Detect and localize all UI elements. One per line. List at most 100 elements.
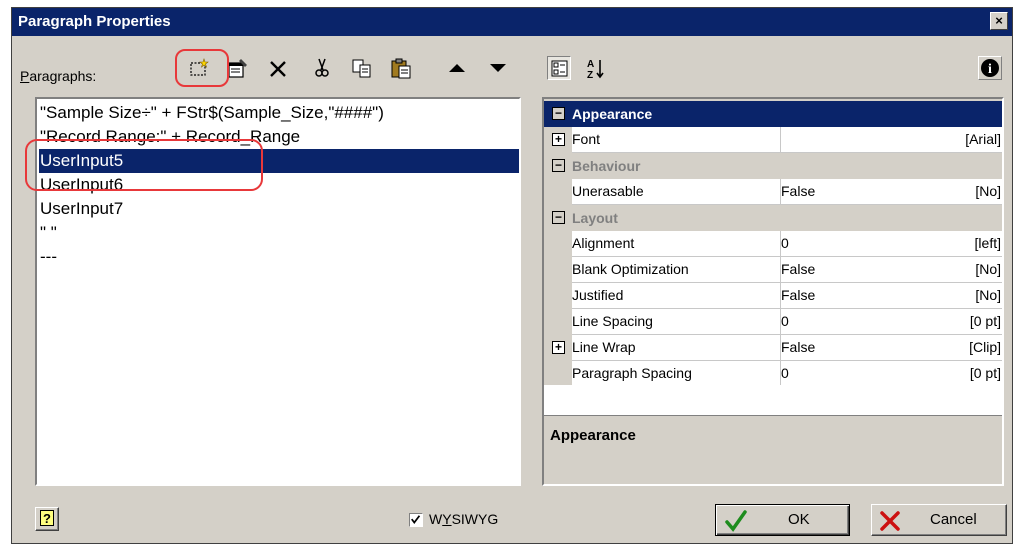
info-icon: i [981,59,999,77]
paragraphs-label: Paragraphs: [20,68,96,84]
title-bar: Paragraph Properties × [12,8,1012,36]
property-name-cell[interactable]: Alignment [572,231,781,257]
properties-icon [228,59,247,78]
property-row[interactable]: + Font [Arial] [544,127,1002,153]
ok-label: OK [788,511,810,528]
property-name-cell[interactable]: Justified [572,283,781,309]
property-value: 0 [781,365,789,381]
paragraph-list-item[interactable]: --- [39,245,519,269]
property-grid[interactable]: − Appearance + Font [Arial] − Behaviour Unerasa… [542,97,1004,486]
property-value-cell[interactable]: False [Clip] [781,335,1002,361]
sort-glyph-top: A [587,59,594,70]
window-title: Paragraph Properties [18,13,171,30]
property-name: Justified [572,287,624,303]
categorized-view-icon [551,60,568,77]
paragraph-list-item[interactable]: UserInput7 [39,197,519,221]
sort-glyph-bottom: Z [587,70,593,80]
property-value-cell[interactable]: 0 [0 pt] [781,361,1002,387]
property-display-value: [Arial] [965,131,1001,147]
paragraphs-label-mnemonic: P [20,68,30,84]
info-glyph: i [988,62,992,77]
property-display-value: [No] [975,287,1001,303]
help-button[interactable]: ? [35,507,59,531]
property-name: Unerasable [572,183,644,199]
cancel-x-icon [880,511,900,531]
property-value-cell[interactable]: False [No] [781,179,1002,205]
cut-icon [315,58,329,77]
move-down-button[interactable] [486,56,510,80]
property-value: 0 [781,313,789,329]
property-display-value: [left] [974,235,1001,251]
property-value: False [781,261,816,277]
property-row[interactable]: Blank Optimization False [No] [544,257,1002,283]
wysiwyg-label[interactable]: WYSIWYG [429,511,498,527]
cancel-label: Cancel [930,511,977,528]
property-name-cell[interactable]: Font [572,127,781,153]
move-up-button[interactable] [445,56,469,80]
property-name-cell[interactable]: Blank Optimization [572,257,781,283]
property-value: False [781,339,816,355]
copy-icon [352,59,371,78]
copy-button[interactable] [350,56,374,80]
close-button[interactable]: × [990,12,1008,30]
annotation-new-paragraph-highlight [175,49,229,87]
property-name: Alignment [572,235,635,251]
property-category-behaviour[interactable]: − Behaviour [544,153,1002,179]
property-value-cell[interactable]: False [No] [781,257,1002,283]
property-value-cell[interactable]: False [No] [781,283,1002,309]
property-name: Line Wrap [572,339,636,355]
ok-button[interactable]: OK [715,504,850,536]
delete-icon [270,61,286,77]
property-row[interactable]: Paragraph Spacing 0 [0 pt] [544,361,1002,387]
paste-button[interactable] [389,56,413,80]
property-row[interactable]: Unerasable False [No] [544,179,1002,205]
collapse-icon[interactable]: − [552,211,565,224]
delete-button[interactable] [266,56,290,80]
ok-check-icon [725,510,747,532]
property-category-label: Appearance [572,106,653,122]
info-button[interactable]: i [978,56,1002,80]
property-name-cell[interactable]: Line Wrap [572,335,781,361]
expand-icon[interactable]: + [552,133,565,146]
paragraphs-label-rest: aragraphs: [29,68,97,84]
sort-alphabetical-icon: A Z [587,59,604,80]
wysiwyg-label-post: SIWYG [451,511,499,527]
property-row[interactable]: + Line Wrap False [Clip] [544,335,1002,361]
property-value: False [781,183,816,199]
paragraph-list-item[interactable]: " " [39,221,519,245]
property-display-value: [No] [975,183,1001,199]
move-up-icon [449,64,465,72]
property-category-layout[interactable]: − Layout [544,205,1002,231]
property-row[interactable]: Justified False [No] [544,283,1002,309]
property-name-cell[interactable]: Paragraph Spacing [572,361,781,387]
property-name: Paragraph Spacing [572,365,692,381]
property-value-cell[interactable]: 0 [left] [781,231,1002,257]
property-row[interactable]: Alignment 0 [left] [544,231,1002,257]
paste-icon [391,58,411,79]
collapse-icon[interactable]: − [552,107,565,120]
cut-button[interactable] [310,56,334,80]
cancel-button[interactable]: Cancel [871,504,1007,536]
property-name-cell[interactable]: Line Spacing [572,309,781,335]
property-name: Font [572,131,601,147]
wysiwyg-checkbox[interactable] [409,513,423,527]
expand-icon[interactable]: + [552,341,565,354]
property-value-cell[interactable]: [Arial] [781,127,1002,153]
property-row[interactable]: Line Spacing 0 [0 pt] [544,309,1002,335]
property-value-cell[interactable]: 0 [0 pt] [781,309,1002,335]
property-name: Blank Optimization [572,261,689,277]
description-separator [544,415,1002,416]
property-display-value: [0 pt] [969,313,1001,329]
sort-alphabetical-button[interactable]: A Z [584,56,608,80]
paragraph-list-item[interactable]: "Sample Size÷" + FStr$(Sample_Size,"####… [39,101,519,125]
close-icon: × [995,13,1003,28]
property-name-cell[interactable]: Unerasable [572,179,781,205]
property-value: False [781,287,816,303]
property-category-appearance[interactable]: − Appearance [544,101,1002,127]
paragraph-properties-dialog: Paragraph Properties × Paragraphs: A Z i… [11,7,1013,544]
properties-button[interactable] [226,56,250,80]
categorized-view-button[interactable] [547,56,571,80]
property-category-label: Layout [572,210,618,226]
property-name: Line Spacing [572,313,653,329]
collapse-icon[interactable]: − [552,159,565,172]
